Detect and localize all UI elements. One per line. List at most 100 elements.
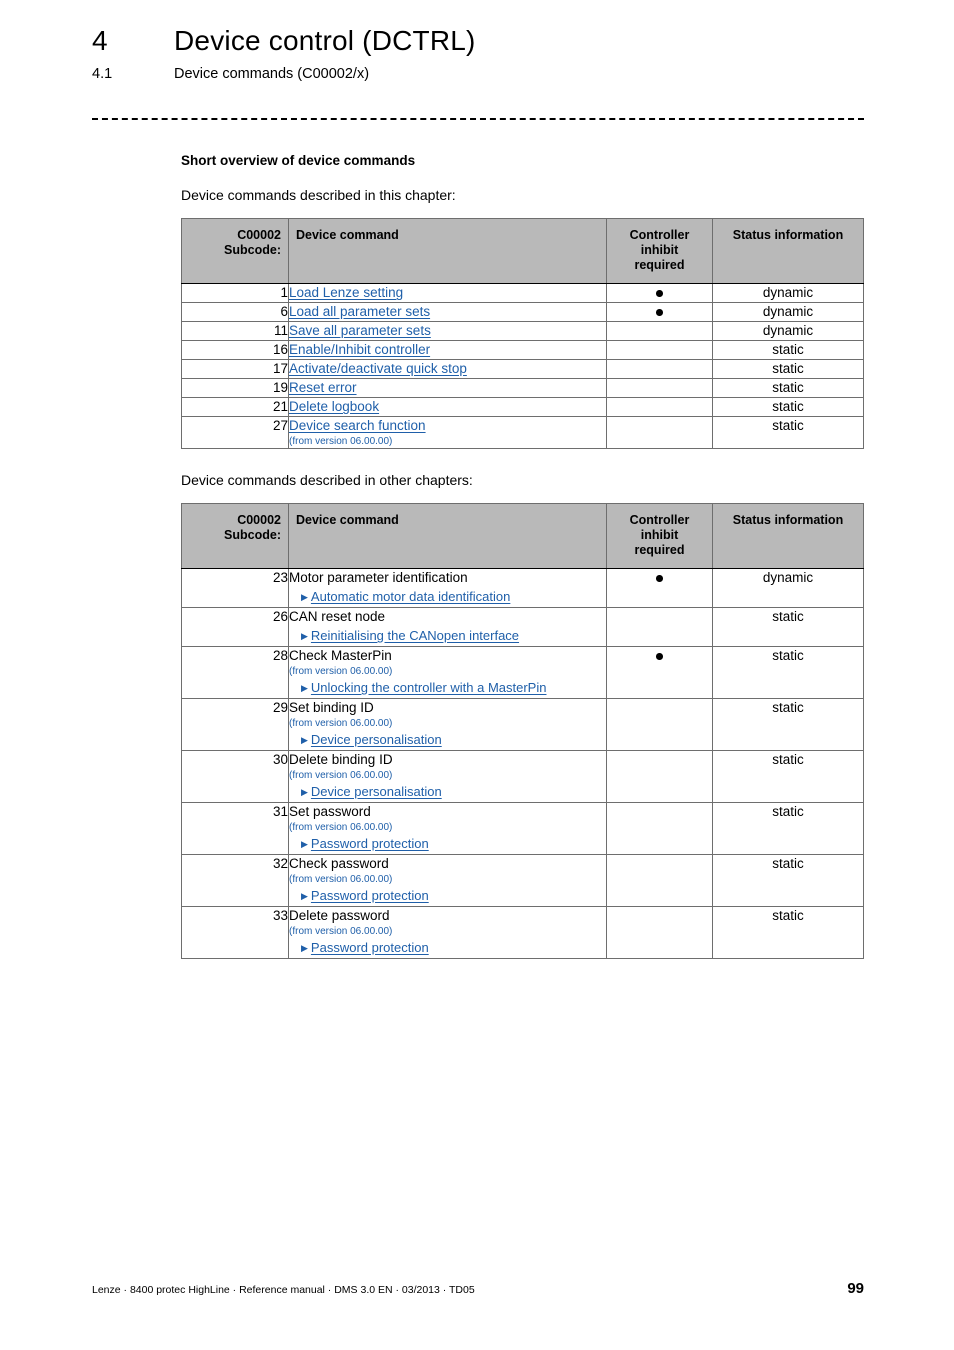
- cell-controller-inhibit: [606, 397, 713, 417]
- section-title: Device commands (C00002/x): [174, 66, 370, 82]
- column-header-subcode-line1: C00002: [237, 228, 281, 242]
- cell-controller-inhibit: [606, 359, 713, 379]
- column-header-subcode: C00002 Subcode:: [181, 503, 289, 569]
- cell-subcode: 6: [181, 302, 289, 322]
- device-command-link[interactable]: Save all parameter sets: [289, 323, 431, 338]
- table-row: 30 Delete binding ID (from version 06.00.0…: [181, 750, 864, 803]
- device-command-label: Delete binding ID: [289, 752, 393, 767]
- cell-subcode: 17: [181, 359, 289, 379]
- footer-document-info: Lenze · 8400 protec HighLine · Reference…: [92, 1284, 475, 1296]
- filled-dot-icon: [656, 575, 663, 582]
- cell-controller-inhibit: [606, 802, 713, 855]
- cross-reference: ▶ Password protection: [289, 887, 606, 906]
- cross-reference-link[interactable]: Reinitialising the CANopen interface: [311, 628, 519, 643]
- table-row: 16 Enable/Inhibit controller static: [181, 340, 864, 360]
- cell-controller-inhibit: [606, 698, 713, 751]
- column-header-controller-inhibit: Controller inhibit required: [606, 218, 713, 284]
- column-header-inhibit-line3: required: [634, 543, 685, 557]
- table-row: 17 Activate/deactivate quick stop static: [181, 359, 864, 379]
- cross-reference-link[interactable]: Automatic motor data identification: [311, 589, 510, 604]
- cross-reference-link[interactable]: Password protection: [311, 836, 429, 851]
- cell-controller-inhibit: [606, 607, 713, 647]
- cell-device-command: Load Lenze setting: [288, 283, 607, 303]
- cell-status-information: static: [712, 906, 864, 959]
- cell-device-command: Enable/Inhibit controller: [288, 340, 607, 360]
- column-header-inhibit-line1: Controller: [629, 513, 690, 527]
- triangle-right-icon: ▶: [301, 682, 308, 693]
- cross-reference-link[interactable]: Device personalisation: [311, 784, 442, 799]
- cell-device-command: Check MasterPin (from version 06.00.00) ▶ U…: [288, 646, 607, 699]
- table-header-row: C00002 Subcode: Device command Controlle…: [181, 503, 864, 569]
- device-command-label: Motor parameter identification: [289, 570, 468, 585]
- cross-reference: ▶ Unlocking the controller with a MasterP…: [289, 679, 606, 698]
- device-command-link[interactable]: Enable/Inhibit controller: [289, 342, 430, 357]
- cell-controller-inhibit: [606, 906, 713, 959]
- column-header-inhibit-line2: inhibit: [640, 528, 679, 542]
- section-heading: 4.1 Device commands (C00002/x): [92, 64, 864, 84]
- cell-status-information: dynamic: [712, 568, 864, 608]
- cell-subcode: 28: [181, 646, 289, 699]
- cell-subcode: 21: [181, 397, 289, 417]
- section-subheading: Short overview of device commands: [181, 153, 416, 168]
- cell-subcode: 31: [181, 802, 289, 855]
- table-row: 27 Device search function (from version 06…: [181, 416, 864, 449]
- chapter-heading: 4 Device control (DCTRL): [92, 24, 864, 58]
- cell-status-information: static: [712, 378, 864, 398]
- cell-status-information: static: [712, 698, 864, 751]
- version-note: (from version 06.00.00): [289, 436, 393, 447]
- device-command-link[interactable]: Activate/deactivate quick stop: [289, 361, 467, 376]
- cell-device-command: Delete password (from version 06.00.00) ▶ P…: [288, 906, 607, 959]
- cell-controller-inhibit: [606, 340, 713, 360]
- cell-subcode: 16: [181, 340, 289, 360]
- table-row: 32 Check password (from version 06.00.00) ▶…: [181, 854, 864, 907]
- cell-status-information: static: [712, 340, 864, 360]
- cell-subcode: 23: [181, 568, 289, 608]
- table-row: 1 Load Lenze setting dynamic: [181, 283, 864, 303]
- cell-subcode: 29: [181, 698, 289, 751]
- triangle-right-icon: ▶: [301, 786, 308, 797]
- device-command-link[interactable]: Reset error: [289, 380, 357, 395]
- cross-reference-link[interactable]: Device personalisation: [311, 732, 442, 747]
- cross-reference-link[interactable]: Unlocking the controller with a MasterPi…: [311, 680, 547, 695]
- cell-subcode: 30: [181, 750, 289, 803]
- cell-controller-inhibit: [606, 854, 713, 907]
- intro-text-table1: Device commands described in this chapte…: [181, 187, 456, 203]
- cell-subcode: 27: [181, 416, 289, 449]
- chapter-title: Device control (DCTRL): [174, 25, 476, 56]
- table-row: 6 Load all parameter sets dynamic: [181, 302, 864, 322]
- device-command-link[interactable]: Load Lenze setting: [289, 285, 403, 300]
- cell-controller-inhibit: [606, 416, 713, 449]
- table-row: 23 Motor parameter identification ▶ Automat…: [181, 568, 864, 608]
- device-command-label: Check password: [289, 856, 389, 871]
- filled-dot-icon: [656, 309, 663, 316]
- device-command-label: CAN reset node: [289, 609, 386, 624]
- table-row: 11 Save all parameter sets dynamic: [181, 321, 864, 341]
- triangle-right-icon: ▶: [301, 838, 308, 849]
- dashed-divider: [92, 118, 864, 120]
- cross-reference: ▶ Reinitialising the CANopen interface: [289, 627, 606, 646]
- version-note: (from version 06.00.00): [289, 718, 393, 729]
- cross-reference-link[interactable]: Password protection: [311, 940, 429, 955]
- column-header-inhibit-line2: inhibit: [640, 243, 679, 257]
- table-row: 19 Reset error static: [181, 378, 864, 398]
- cell-device-command: Device search function (from version 06.0…: [288, 416, 607, 449]
- table-body: 1 Load Lenze setting dynamic 6 Load all para…: [181, 283, 864, 449]
- cell-status-information: static: [712, 646, 864, 699]
- cell-device-command: Check password (from version 06.00.00) ▶ Pa…: [288, 854, 607, 907]
- cell-device-command: Motor parameter identification ▶ Automatic…: [288, 568, 607, 608]
- table-body: 23 Motor parameter identification ▶ Automat…: [181, 568, 864, 959]
- cross-reference-link[interactable]: Password protection: [311, 888, 429, 903]
- device-command-link[interactable]: Load all parameter sets: [289, 304, 430, 319]
- cell-status-information: dynamic: [712, 321, 864, 341]
- column-header-device-command: Device command: [288, 218, 607, 284]
- device-command-link[interactable]: Device search function: [289, 418, 426, 433]
- cell-device-command: Reset error: [288, 378, 607, 398]
- device-command-link[interactable]: Delete logbook: [289, 399, 379, 414]
- column-header-device-command: Device command: [288, 503, 607, 569]
- cell-controller-inhibit: [606, 646, 713, 699]
- version-note: (from version 06.00.00): [289, 666, 393, 677]
- filled-dot-icon: [656, 653, 663, 660]
- table-row: 28 Check MasterPin (from version 06.00.00)…: [181, 646, 864, 699]
- device-commands-other-chapters-table: C00002 Subcode: Device command Controlle…: [181, 503, 864, 959]
- column-header-subcode-line1: C00002: [237, 513, 281, 527]
